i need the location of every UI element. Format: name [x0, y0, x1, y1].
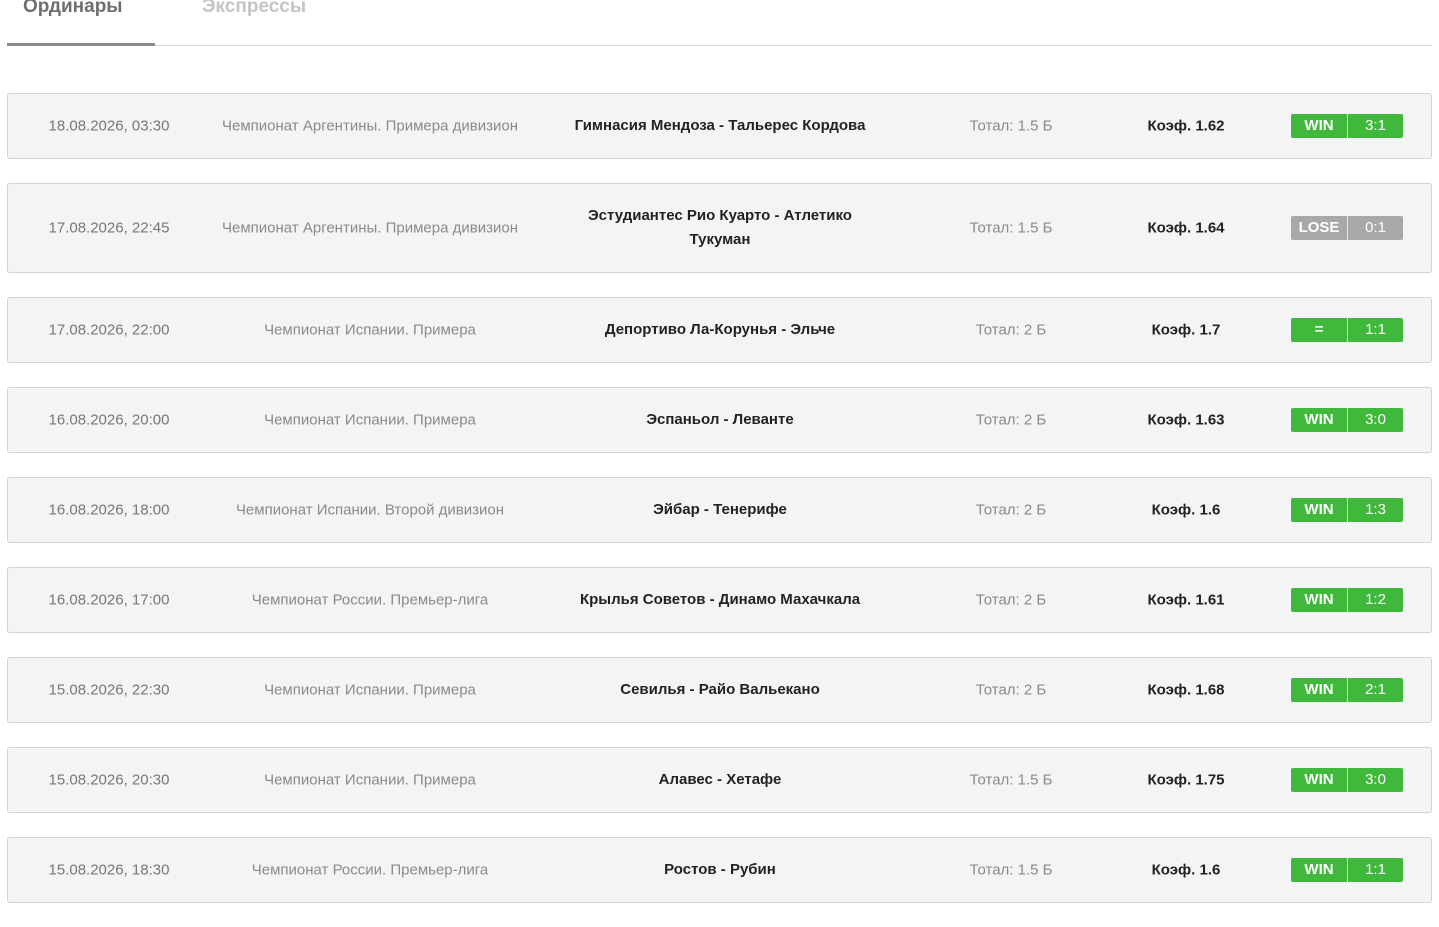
- bet-row[interactable]: 17.08.2026, 22:00 Чемпионат Испании. При…: [7, 297, 1432, 363]
- bet-match: Депортиво Ла-Корунья - Эльче: [604, 321, 836, 338]
- bet-row[interactable]: 15.08.2026, 22:30 Чемпионат Испании. При…: [7, 657, 1432, 723]
- result-label: WIN: [1304, 771, 1334, 788]
- result-label: WIN: [1304, 591, 1334, 608]
- bet-date: 17.08.2026, 22:45: [48, 219, 170, 237]
- tab-singles[interactable]: Ординары: [23, 0, 123, 18]
- bet-total: Тотал: 2 Б: [975, 501, 1047, 519]
- bet-coef: Коэф. 1.6: [1151, 861, 1221, 879]
- bet-league: Чемпионат Испании. Примера: [264, 681, 476, 699]
- bet-match: Эстудиантес Рио Куарто - Атлетико Тукума…: [588, 207, 852, 248]
- bet-match: Алавес - Хетафе: [658, 771, 782, 788]
- result-label: WIN: [1304, 861, 1334, 878]
- bet-row[interactable]: 16.08.2026, 17:00 Чемпионат России. Прем…: [7, 567, 1432, 633]
- result-score: 0:1: [1347, 216, 1403, 240]
- bet-coef: Коэф. 1.64: [1147, 219, 1225, 237]
- tab-express[interactable]: Экспрессы: [202, 0, 306, 18]
- result-badge: WIN 2:1: [1291, 678, 1403, 702]
- bet-league: Чемпионат Аргентины. Примера дивизион: [222, 117, 518, 135]
- bet-total: Тотал: 2 Б: [975, 321, 1047, 339]
- result-label: WIN: [1304, 411, 1334, 428]
- bet-league: Чемпионат России. Премьер-лига: [251, 861, 489, 879]
- bet-coef: Коэф. 1.7: [1151, 321, 1221, 339]
- bet-date: 18.08.2026, 03:30: [48, 117, 170, 135]
- bet-match: Эспаньол - Леванте: [646, 411, 794, 428]
- result-badge: WIN 3:0: [1291, 768, 1403, 792]
- result-badge: WIN 3:1: [1291, 114, 1403, 138]
- bets-list: 18.08.2026, 03:30 Чемпионат Аргентины. П…: [7, 93, 1432, 927]
- bet-date: 17.08.2026, 22:00: [48, 321, 170, 339]
- bet-date: 16.08.2026, 18:00: [48, 501, 170, 519]
- bet-row[interactable]: 17.08.2026, 22:45 Чемпионат Аргентины. П…: [7, 183, 1432, 273]
- bet-coef: Коэф. 1.75: [1147, 771, 1225, 789]
- result-badge: LOSE 0:1: [1291, 216, 1403, 240]
- bet-match: Ростов - Рубин: [664, 861, 776, 878]
- bet-row[interactable]: 18.08.2026, 03:30 Чемпионат Аргентины. П…: [7, 93, 1432, 159]
- bet-league: Чемпионат Аргентины. Примера дивизион: [222, 219, 518, 237]
- bet-total: Тотал: 2 Б: [975, 411, 1047, 429]
- result-badge: = 1:1: [1291, 318, 1403, 342]
- bet-total: Тотал: 1.5 Б: [969, 771, 1053, 789]
- result-score: 1:3: [1347, 498, 1403, 522]
- result-score: 3:0: [1347, 768, 1403, 792]
- bet-date: 15.08.2026, 18:30: [48, 861, 170, 879]
- bet-league: Чемпионат Испании. Примера: [264, 321, 476, 339]
- result-badge: WIN 1:3: [1291, 498, 1403, 522]
- bet-row[interactable]: 16.08.2026, 18:00 Чемпионат Испании. Вто…: [7, 477, 1432, 543]
- result-badge: WIN 1:1: [1291, 858, 1403, 882]
- result-label: LOSE: [1298, 219, 1340, 236]
- result-score: 1:1: [1347, 318, 1403, 342]
- bet-date: 15.08.2026, 22:30: [48, 681, 170, 699]
- bet-total: Тотал: 1.5 Б: [969, 219, 1053, 237]
- bet-date: 15.08.2026, 20:30: [48, 771, 170, 789]
- bet-league: Чемпионат Испании. Второй дивизион: [235, 501, 505, 519]
- result-score: 2:1: [1347, 678, 1403, 702]
- bet-coef: Коэф. 1.61: [1147, 591, 1225, 609]
- bet-row[interactable]: 15.08.2026, 18:30 Чемпионат России. Прем…: [7, 837, 1432, 903]
- result-label: =: [1314, 321, 1324, 338]
- bet-date: 16.08.2026, 17:00: [48, 591, 170, 609]
- bet-coef: Коэф. 1.68: [1147, 681, 1225, 699]
- result-label: WIN: [1304, 681, 1334, 698]
- result-score: 3:1: [1347, 114, 1403, 138]
- result-score: 3:0: [1347, 408, 1403, 432]
- bet-total: Тотал: 1.5 Б: [969, 861, 1053, 879]
- bet-row[interactable]: 16.08.2026, 20:00 Чемпионат Испании. При…: [7, 387, 1432, 453]
- bet-match: Гимнасия Мендоза - Тальерес Кордова: [574, 117, 866, 134]
- result-score: 1:1: [1347, 858, 1403, 882]
- bet-date: 16.08.2026, 20:00: [48, 411, 170, 429]
- active-tab-underline: [7, 43, 155, 46]
- bet-total: Тотал: 1.5 Б: [969, 117, 1053, 135]
- bet-league: Чемпионат Испании. Примера: [264, 771, 476, 789]
- bet-row[interactable]: 15.08.2026, 20:30 Чемпионат Испании. При…: [7, 747, 1432, 813]
- bet-total: Тотал: 2 Б: [975, 681, 1047, 699]
- bet-total: Тотал: 2 Б: [975, 591, 1047, 609]
- result-badge: WIN 3:0: [1291, 408, 1403, 432]
- bet-coef: Коэф. 1.62: [1147, 117, 1225, 135]
- bet-match: Севилья - Райо Вальекано: [620, 681, 820, 698]
- result-badge: WIN 1:2: [1291, 588, 1403, 612]
- bet-match: Эйбар - Тенерифе: [653, 501, 787, 518]
- bet-match: Крылья Советов - Динамо Махачкала: [579, 591, 861, 608]
- result-score: 1:2: [1347, 588, 1403, 612]
- result-label: WIN: [1304, 501, 1334, 518]
- bet-league: Чемпионат России. Премьер-лига: [251, 591, 489, 609]
- tabs-bar: Ординары Экспрессы: [7, 0, 1432, 46]
- bet-coef: Коэф. 1.63: [1147, 411, 1225, 429]
- bet-league: Чемпионат Испании. Примера: [264, 411, 476, 429]
- bet-coef: Коэф. 1.6: [1151, 501, 1221, 519]
- result-label: WIN: [1304, 117, 1334, 134]
